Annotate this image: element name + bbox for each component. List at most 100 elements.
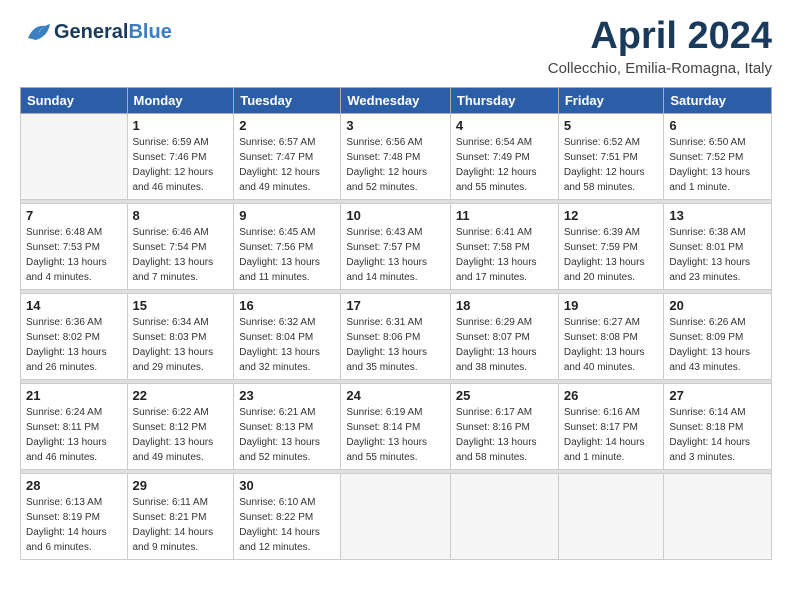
day-info: Sunrise: 6:19 AMSunset: 8:14 PMDaylight:… [346,405,445,465]
day-info: Sunrise: 6:14 AMSunset: 8:18 PMDaylight:… [669,405,766,465]
day-number: 12 [564,208,659,223]
col-sunday: Sunday [21,87,128,113]
day-info: Sunrise: 6:24 AMSunset: 8:11 PMDaylight:… [26,405,122,465]
table-row: 26 Sunrise: 6:16 AMSunset: 8:17 PMDaylig… [558,383,664,469]
day-info: Sunrise: 6:45 AMSunset: 7:56 PMDaylight:… [239,225,335,285]
day-number: 16 [239,298,335,313]
table-row: 7 Sunrise: 6:48 AMSunset: 7:53 PMDayligh… [21,203,128,289]
col-thursday: Thursday [450,87,558,113]
table-row: 29 Sunrise: 6:11 AMSunset: 8:21 PMDaylig… [127,473,234,559]
day-number: 22 [133,388,229,403]
day-info: Sunrise: 6:41 AMSunset: 7:58 PMDaylight:… [456,225,553,285]
table-row: 3 Sunrise: 6:56 AMSunset: 7:48 PMDayligh… [341,113,451,199]
table-row: 4 Sunrise: 6:54 AMSunset: 7:49 PMDayligh… [450,113,558,199]
day-info: Sunrise: 6:38 AMSunset: 8:01 PMDaylight:… [669,225,766,285]
calendar-title: April 2024 [548,16,772,58]
day-number: 13 [669,208,766,223]
day-info: Sunrise: 6:36 AMSunset: 8:02 PMDaylight:… [26,315,122,375]
title-area: April 2024 Collecchio, Emilia-Romagna, I… [548,16,772,77]
calendar-table: Sunday Monday Tuesday Wednesday Thursday… [20,87,772,560]
calendar-subtitle: Collecchio, Emilia-Romagna, Italy [548,60,772,77]
table-row: 23 Sunrise: 6:21 AMSunset: 8:13 PMDaylig… [234,383,341,469]
day-info: Sunrise: 6:34 AMSunset: 8:03 PMDaylight:… [133,315,229,375]
day-number: 2 [239,118,335,133]
day-number: 23 [239,388,335,403]
day-number: 11 [456,208,553,223]
table-row: 21 Sunrise: 6:24 AMSunset: 8:11 PMDaylig… [21,383,128,469]
day-number: 1 [133,118,229,133]
day-number: 6 [669,118,766,133]
col-monday: Monday [127,87,234,113]
day-number: 10 [346,208,445,223]
day-info: Sunrise: 6:10 AMSunset: 8:22 PMDaylight:… [239,495,335,555]
table-row: 24 Sunrise: 6:19 AMSunset: 8:14 PMDaylig… [341,383,451,469]
day-number: 29 [133,478,229,493]
day-info: Sunrise: 6:22 AMSunset: 8:12 PMDaylight:… [133,405,229,465]
day-number: 21 [26,388,122,403]
table-row: 25 Sunrise: 6:17 AMSunset: 8:16 PMDaylig… [450,383,558,469]
table-row [450,473,558,559]
day-info: Sunrise: 6:16 AMSunset: 8:17 PMDaylight:… [564,405,659,465]
table-row: 17 Sunrise: 6:31 AMSunset: 8:06 PMDaylig… [341,293,451,379]
table-row: 28 Sunrise: 6:13 AMSunset: 8:19 PMDaylig… [21,473,128,559]
col-saturday: Saturday [664,87,772,113]
logo-blue-text: Blue [128,21,171,43]
table-row [21,113,128,199]
logo-icon [20,16,52,48]
day-number: 5 [564,118,659,133]
day-number: 20 [669,298,766,313]
day-number: 28 [26,478,122,493]
logo: GeneralBlue [20,16,172,48]
day-number: 3 [346,118,445,133]
table-row: 18 Sunrise: 6:29 AMSunset: 8:07 PMDaylig… [450,293,558,379]
table-row: 20 Sunrise: 6:26 AMSunset: 8:09 PMDaylig… [664,293,772,379]
day-info: Sunrise: 6:27 AMSunset: 8:08 PMDaylight:… [564,315,659,375]
day-number: 27 [669,388,766,403]
day-info: Sunrise: 6:13 AMSunset: 8:19 PMDaylight:… [26,495,122,555]
table-row: 2 Sunrise: 6:57 AMSunset: 7:47 PMDayligh… [234,113,341,199]
day-number: 25 [456,388,553,403]
day-number: 7 [26,208,122,223]
day-info: Sunrise: 6:56 AMSunset: 7:48 PMDaylight:… [346,135,445,195]
table-row: 6 Sunrise: 6:50 AMSunset: 7:52 PMDayligh… [664,113,772,199]
table-row [664,473,772,559]
table-row [558,473,664,559]
table-row: 5 Sunrise: 6:52 AMSunset: 7:51 PMDayligh… [558,113,664,199]
day-info: Sunrise: 6:17 AMSunset: 8:16 PMDaylight:… [456,405,553,465]
day-info: Sunrise: 6:11 AMSunset: 8:21 PMDaylight:… [133,495,229,555]
day-number: 17 [346,298,445,313]
day-info: Sunrise: 6:59 AMSunset: 7:46 PMDaylight:… [133,135,229,195]
table-row: 9 Sunrise: 6:45 AMSunset: 7:56 PMDayligh… [234,203,341,289]
table-row: 27 Sunrise: 6:14 AMSunset: 8:18 PMDaylig… [664,383,772,469]
day-info: Sunrise: 6:48 AMSunset: 7:53 PMDaylight:… [26,225,122,285]
day-number: 14 [26,298,122,313]
day-number: 15 [133,298,229,313]
table-row: 13 Sunrise: 6:38 AMSunset: 8:01 PMDaylig… [664,203,772,289]
day-info: Sunrise: 6:29 AMSunset: 8:07 PMDaylight:… [456,315,553,375]
col-friday: Friday [558,87,664,113]
table-row: 10 Sunrise: 6:43 AMSunset: 7:57 PMDaylig… [341,203,451,289]
day-info: Sunrise: 6:43 AMSunset: 7:57 PMDaylight:… [346,225,445,285]
day-info: Sunrise: 6:57 AMSunset: 7:47 PMDaylight:… [239,135,335,195]
table-row: 1 Sunrise: 6:59 AMSunset: 7:46 PMDayligh… [127,113,234,199]
day-number: 19 [564,298,659,313]
day-info: Sunrise: 6:50 AMSunset: 7:52 PMDaylight:… [669,135,766,195]
day-info: Sunrise: 6:39 AMSunset: 7:59 PMDaylight:… [564,225,659,285]
table-row: 11 Sunrise: 6:41 AMSunset: 7:58 PMDaylig… [450,203,558,289]
day-info: Sunrise: 6:32 AMSunset: 8:04 PMDaylight:… [239,315,335,375]
day-number: 24 [346,388,445,403]
col-wednesday: Wednesday [341,87,451,113]
page: GeneralBlue April 2024 Collecchio, Emili… [0,0,792,570]
table-row: 19 Sunrise: 6:27 AMSunset: 8:08 PMDaylig… [558,293,664,379]
day-number: 4 [456,118,553,133]
day-number: 8 [133,208,229,223]
header: GeneralBlue April 2024 Collecchio, Emili… [20,16,772,77]
day-number: 30 [239,478,335,493]
day-number: 26 [564,388,659,403]
day-info: Sunrise: 6:54 AMSunset: 7:49 PMDaylight:… [456,135,553,195]
logo-general-text: General [54,21,128,43]
col-tuesday: Tuesday [234,87,341,113]
table-row: 12 Sunrise: 6:39 AMSunset: 7:59 PMDaylig… [558,203,664,289]
table-row: 14 Sunrise: 6:36 AMSunset: 8:02 PMDaylig… [21,293,128,379]
header-row: Sunday Monday Tuesday Wednesday Thursday… [21,87,772,113]
